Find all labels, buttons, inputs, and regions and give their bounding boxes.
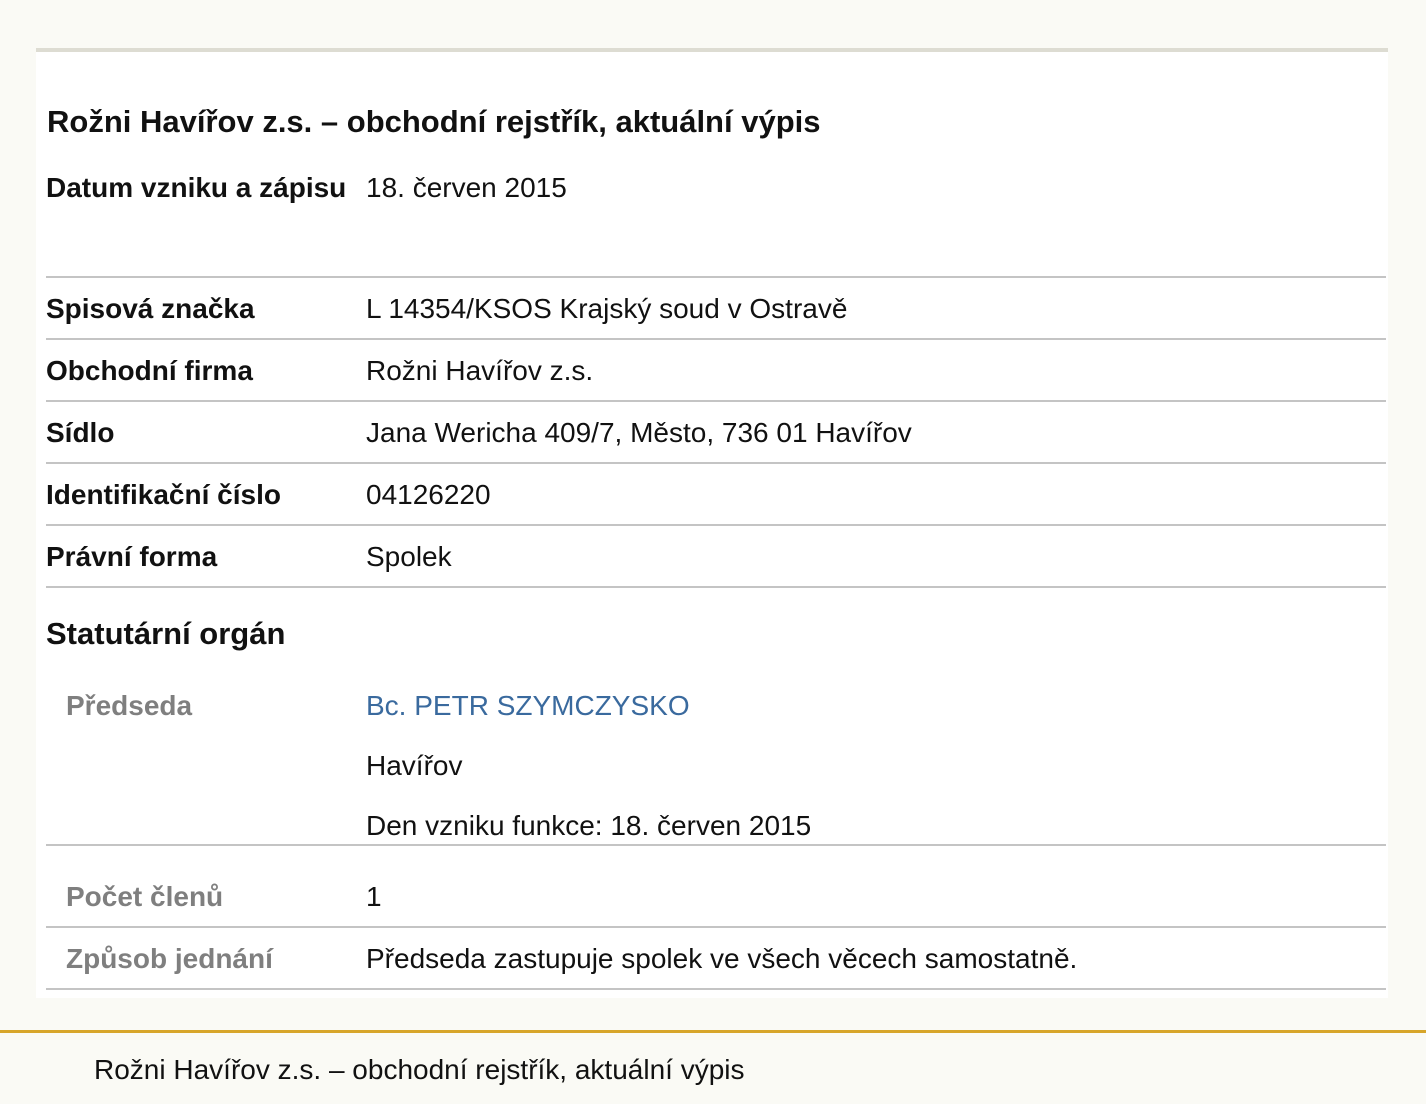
table-row: Spisová značka L 14354/KSOS Krajský soud…	[46, 278, 1386, 340]
table-row-members: Počet členů 1	[46, 846, 1386, 928]
row-value: Jana Wericha 409/7, Město, 736 01 Havířo…	[366, 417, 912, 448]
registry-card: Rožni Havířov z.s. – obchodní rejstřík, …	[36, 48, 1388, 998]
row-label: Sídlo	[46, 417, 115, 448]
table-row: Identifikační číslo 04126220	[46, 464, 1386, 526]
row-label: Právní forma	[46, 541, 218, 572]
footer-divider	[0, 1030, 1426, 1033]
chair-city: Havířov	[366, 750, 463, 781]
row-label: Způsob jednání	[66, 943, 273, 974]
page: Rožni Havířov z.s. – obchodní rejstřík, …	[0, 0, 1426, 1104]
page-title: Rožni Havířov z.s. – obchodní rejstřík, …	[47, 104, 821, 139]
footer-title: Rožni Havířov z.s. – obchodní rejstřík, …	[94, 1054, 745, 1085]
table-row: Sídlo Jana Wericha 409/7, Město, 736 01 …	[46, 402, 1386, 464]
table-row: Právní forma Spolek	[46, 526, 1386, 588]
row-label: Předseda	[66, 690, 193, 721]
table-row: Obchodní firma Rožni Havířov z.s.	[46, 340, 1386, 402]
section-heading-statutory: Statutární orgán	[46, 616, 286, 651]
table-row-chair: Předseda Bc. PETR SZYMCZYSKO Havířov Den…	[46, 676, 1386, 846]
row-label: Obchodní firma	[46, 355, 253, 386]
chair-name-link[interactable]: Bc. PETR SZYMCZYSKO	[366, 676, 1386, 736]
row-label: Spisová značka	[46, 293, 255, 324]
row-value: 18. červen 2015	[366, 172, 567, 203]
row-value: L 14354/KSOS Krajský soud v Ostravě	[366, 293, 848, 324]
row-value: Bc. PETR SZYMCZYSKO Havířov Den vzniku f…	[366, 676, 1386, 844]
table-row-conduct: Způsob jednání Předseda zastupuje spolek…	[46, 928, 1386, 990]
row-value: 1	[366, 881, 382, 912]
row-label: Datum vzniku a zápisu	[46, 172, 347, 203]
registry-table: Datum vzniku a zápisu 18. červen 2015 Sp…	[46, 156, 1386, 990]
row-label: Identifikační číslo	[46, 479, 281, 510]
row-label: Počet členů	[66, 881, 224, 912]
row-value: 04126220	[366, 479, 491, 510]
table-row: Datum vzniku a zápisu 18. červen 2015	[46, 156, 1386, 278]
row-value: Spolek	[366, 541, 452, 572]
row-value: Rožni Havířov z.s.	[366, 355, 594, 386]
row-value: Předseda zastupuje spolek ve všech věcec…	[366, 943, 1078, 974]
